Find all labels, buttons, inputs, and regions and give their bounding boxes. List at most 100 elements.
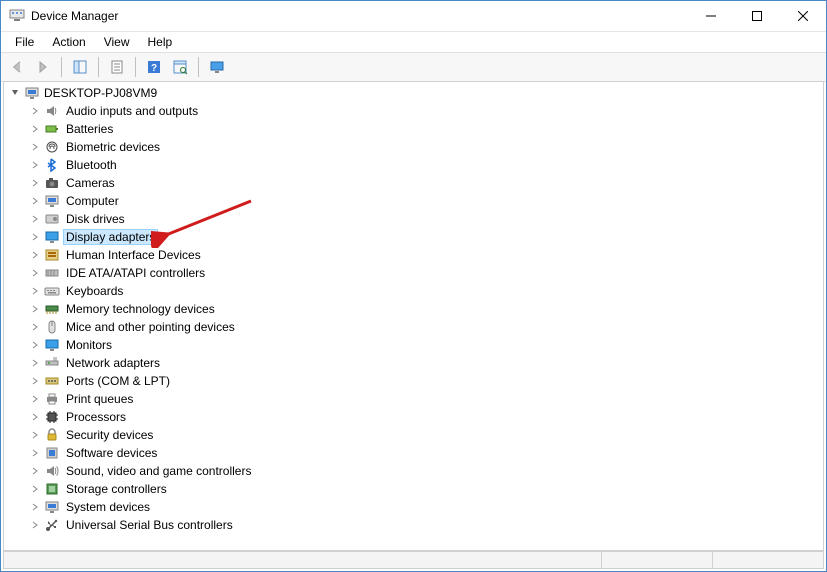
chevron-right-icon[interactable] bbox=[30, 107, 40, 115]
tree-node[interactable]: Disk drives bbox=[30, 210, 823, 228]
help-button[interactable]: ? bbox=[142, 55, 166, 79]
tree-node-label: Cameras bbox=[64, 176, 117, 190]
chevron-right-icon[interactable] bbox=[30, 197, 40, 205]
usb-icon bbox=[44, 517, 60, 533]
monitor-button[interactable] bbox=[205, 55, 229, 79]
battery-icon bbox=[44, 121, 60, 137]
chevron-right-icon[interactable] bbox=[30, 485, 40, 493]
tree-node[interactable]: Universal Serial Bus controllers bbox=[30, 516, 823, 534]
chevron-right-icon[interactable] bbox=[30, 125, 40, 133]
show-hide-console-tree-button[interactable] bbox=[68, 55, 92, 79]
back-button[interactable] bbox=[5, 55, 29, 79]
menu-file[interactable]: File bbox=[7, 33, 42, 51]
chevron-right-icon[interactable] bbox=[30, 395, 40, 403]
bluetooth-icon bbox=[44, 157, 60, 173]
tree-node-label: Network adapters bbox=[64, 356, 162, 370]
tree-node[interactable]: Bluetooth bbox=[30, 156, 823, 174]
tree-node-label: Keyboards bbox=[64, 284, 125, 298]
chevron-right-icon[interactable] bbox=[30, 323, 40, 331]
tree-node[interactable]: Memory technology devices bbox=[30, 300, 823, 318]
computer-icon bbox=[24, 85, 40, 101]
chevron-right-icon[interactable] bbox=[30, 233, 40, 241]
menu-view[interactable]: View bbox=[96, 33, 138, 51]
tree-node[interactable]: Audio inputs and outputs bbox=[30, 102, 823, 120]
tree-node-label: Mice and other pointing devices bbox=[64, 320, 237, 334]
tree-node[interactable]: Biometric devices bbox=[30, 138, 823, 156]
chevron-right-icon[interactable] bbox=[30, 449, 40, 457]
tree-node[interactable]: Processors bbox=[30, 408, 823, 426]
storage-icon bbox=[44, 481, 60, 497]
cpu-icon bbox=[44, 409, 60, 425]
tree-node[interactable]: Software devices bbox=[30, 444, 823, 462]
camera-icon bbox=[44, 175, 60, 191]
network-icon bbox=[44, 355, 60, 371]
tree-node[interactable]: Mice and other pointing devices bbox=[30, 318, 823, 336]
chevron-right-icon[interactable] bbox=[30, 251, 40, 259]
chevron-right-icon[interactable] bbox=[30, 377, 40, 385]
chevron-right-icon[interactable] bbox=[30, 467, 40, 475]
chevron-right-icon[interactable] bbox=[30, 161, 40, 169]
tree-node[interactable]: Keyboards bbox=[30, 282, 823, 300]
chevron-right-icon[interactable] bbox=[30, 341, 40, 349]
forward-button[interactable] bbox=[31, 55, 55, 79]
mouse-icon bbox=[44, 319, 60, 335]
tree-node[interactable]: Storage controllers bbox=[30, 480, 823, 498]
chevron-right-icon[interactable] bbox=[30, 179, 40, 187]
tree-node[interactable]: Human Interface Devices bbox=[30, 246, 823, 264]
tree-node[interactable]: Sound, video and game controllers bbox=[30, 462, 823, 480]
monitor-icon bbox=[44, 337, 60, 353]
close-button[interactable] bbox=[780, 1, 826, 31]
security-icon bbox=[44, 427, 60, 443]
chevron-down-icon[interactable] bbox=[10, 86, 20, 100]
software-icon bbox=[44, 445, 60, 461]
menu-help[interactable]: Help bbox=[140, 33, 181, 51]
chevron-right-icon[interactable] bbox=[30, 269, 40, 277]
chevron-right-icon[interactable] bbox=[30, 287, 40, 295]
tree-node[interactable]: Print queues bbox=[30, 390, 823, 408]
chevron-right-icon[interactable] bbox=[30, 431, 40, 439]
tree-node[interactable]: Security devices bbox=[30, 426, 823, 444]
statusbar bbox=[3, 551, 824, 569]
tree-node[interactable]: Ports (COM & LPT) bbox=[30, 372, 823, 390]
tree-node-label: Storage controllers bbox=[64, 482, 169, 496]
tree-root-node[interactable]: DESKTOP-PJ08VM9 bbox=[8, 84, 823, 102]
tree-node-label: Ports (COM & LPT) bbox=[64, 374, 172, 388]
window-title: Device Manager bbox=[31, 9, 118, 23]
menubar: File Action View Help bbox=[1, 32, 826, 52]
scan-hardware-button[interactable] bbox=[168, 55, 192, 79]
menu-action[interactable]: Action bbox=[44, 33, 93, 51]
tree-node[interactable]: Network adapters bbox=[30, 354, 823, 372]
chevron-right-icon[interactable] bbox=[30, 359, 40, 367]
system-icon bbox=[44, 499, 60, 515]
tree-node-label: Security devices bbox=[64, 428, 155, 442]
tree-node-label: Display adapters bbox=[64, 230, 157, 244]
tree-node[interactable]: System devices bbox=[30, 498, 823, 516]
toolbar-separator bbox=[198, 57, 199, 77]
tree-node[interactable]: IDE ATA/ATAPI controllers bbox=[30, 264, 823, 282]
disk-icon bbox=[44, 211, 60, 227]
chevron-right-icon[interactable] bbox=[30, 215, 40, 223]
device-tree[interactable]: DESKTOP-PJ08VM9 Audio inputs and outputs… bbox=[3, 81, 824, 551]
chevron-right-icon[interactable] bbox=[30, 413, 40, 421]
chevron-right-icon[interactable] bbox=[30, 305, 40, 313]
tree-node[interactable]: Computer bbox=[30, 192, 823, 210]
tree-node[interactable]: Display adapters bbox=[30, 228, 823, 246]
printer-icon bbox=[44, 391, 60, 407]
hid-icon bbox=[44, 247, 60, 263]
tree-node-label: Memory technology devices bbox=[64, 302, 217, 316]
toolbar-separator bbox=[98, 57, 99, 77]
tree-node-label: Bluetooth bbox=[64, 158, 119, 172]
toolbar: ? bbox=[1, 52, 826, 82]
tree-node[interactable]: Monitors bbox=[30, 336, 823, 354]
biometric-icon bbox=[44, 139, 60, 155]
minimize-button[interactable] bbox=[688, 1, 734, 31]
chevron-right-icon[interactable] bbox=[30, 143, 40, 151]
tree-node[interactable]: Cameras bbox=[30, 174, 823, 192]
svg-text:?: ? bbox=[151, 63, 157, 74]
tree-node[interactable]: Batteries bbox=[30, 120, 823, 138]
maximize-button[interactable] bbox=[734, 1, 780, 31]
toolbar-separator bbox=[61, 57, 62, 77]
chevron-right-icon[interactable] bbox=[30, 521, 40, 529]
properties-button[interactable] bbox=[105, 55, 129, 79]
chevron-right-icon[interactable] bbox=[30, 503, 40, 511]
